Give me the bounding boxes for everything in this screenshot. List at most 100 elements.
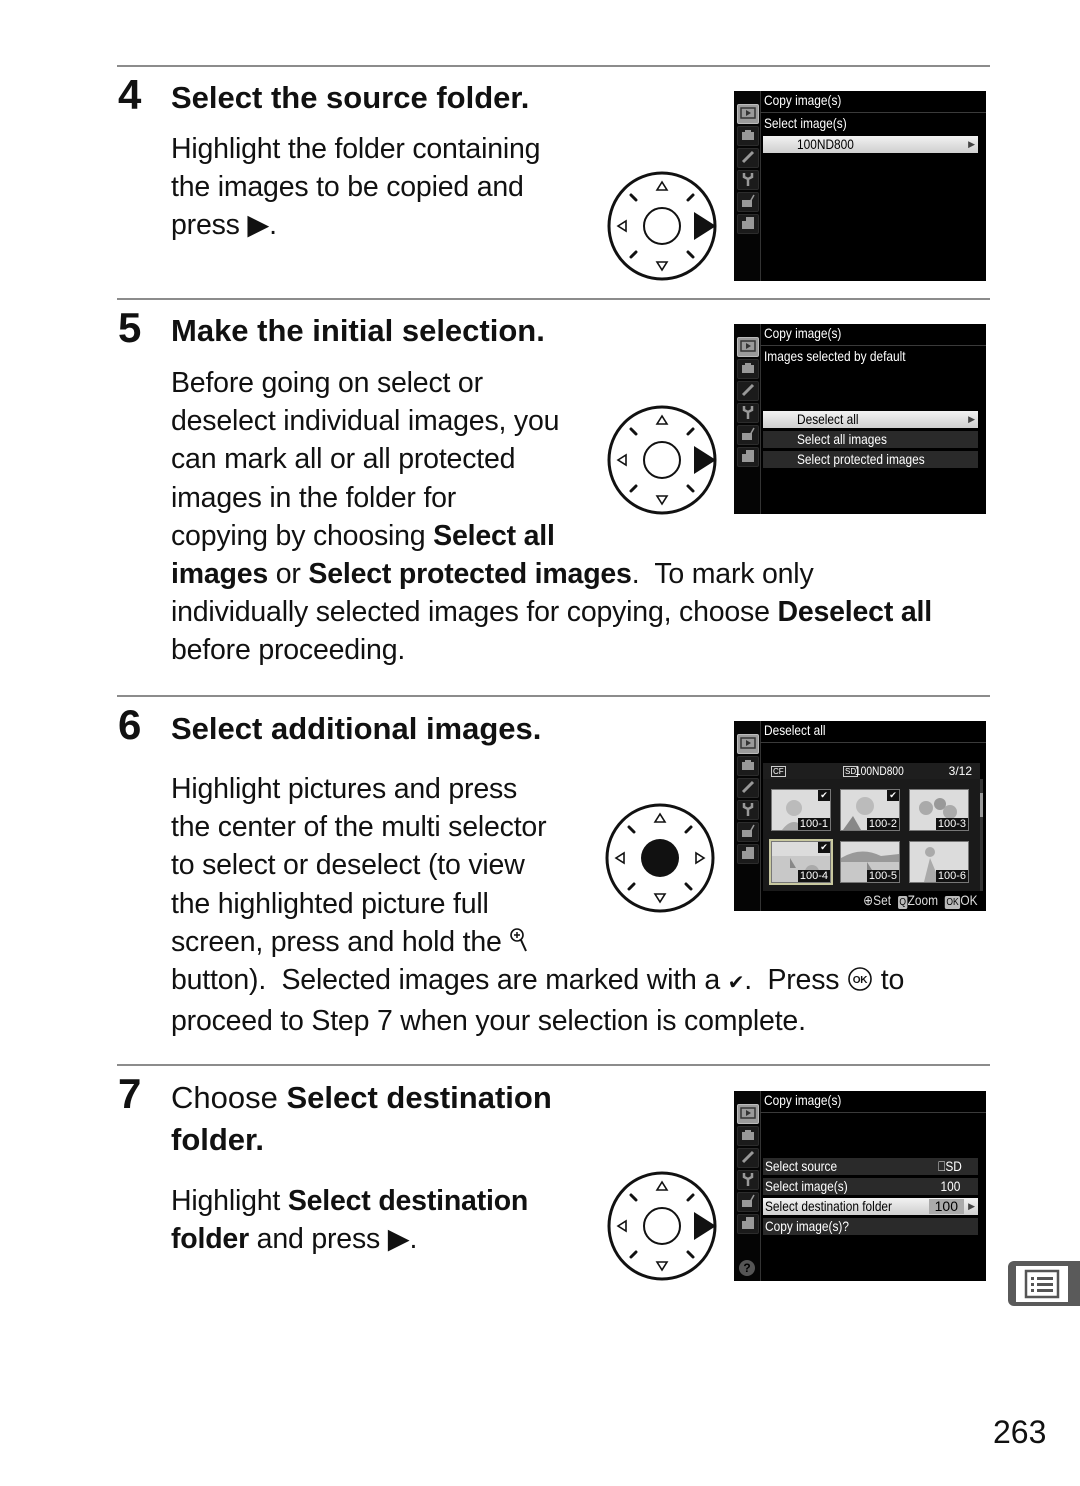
thumbnail-label: 100-1 (797, 818, 830, 830)
image-counter: 3/12 (948, 764, 972, 778)
thumbnail[interactable]: ✔ 100-1 (771, 789, 831, 831)
my-menu-tab-icon[interactable] (737, 1214, 759, 1234)
playback-tab-icon[interactable] (737, 1104, 759, 1124)
step-number: 4 (118, 71, 142, 118)
right-arrow-icon: ▶ (968, 139, 975, 149)
my-menu-tab-icon[interactable] (737, 844, 759, 864)
thumbnail[interactable]: 100-3 (909, 789, 969, 831)
menu-item-label: Select protected images (797, 451, 925, 467)
menu-item-folder[interactable]: 100ND800 ▶ (763, 136, 978, 153)
menu-item-copy-images[interactable]: Copy image(s)? (763, 1218, 978, 1235)
cf-card-icon: CF (771, 766, 786, 777)
check-icon: ✔ (727, 972, 745, 995)
my-menu-tab-icon[interactable] (737, 447, 759, 467)
thumbnail-label: 100-6 (935, 870, 968, 882)
check-icon: ✔ (818, 790, 830, 801)
screen-footer-hints: ⊕Set Q Zoom OK OK (864, 892, 978, 909)
multi-selector-small-icon: ⊕ (863, 892, 874, 908)
camera-tab-icon[interactable] (737, 126, 759, 146)
step-number: 6 (118, 701, 142, 748)
multi-selector-center-icon (605, 803, 715, 913)
scrollbar-thumb[interactable] (980, 793, 983, 817)
folder-name: 100ND800 (855, 764, 904, 778)
body-line: before proceeding. (171, 634, 406, 667)
menu-item-deselect-all[interactable]: Deselect all ▶ (763, 411, 978, 428)
thumbnail[interactable]: 100-5 (840, 841, 900, 883)
menu-ref: Select protected images (308, 558, 632, 591)
menu-item-select-destination-folder[interactable]: Select destination folder 100 ▶ (763, 1198, 978, 1215)
step-title: Make the initial selection. (171, 313, 545, 348)
pencil-tab-icon[interactable] (737, 1148, 759, 1168)
menu-item-select-all-images[interactable]: Select all images (763, 431, 978, 448)
playback-tab-icon[interactable] (737, 104, 759, 124)
multi-selector-right-icon (607, 171, 717, 281)
body-line: press ▶. (171, 206, 540, 244)
menu-tabs (734, 91, 761, 281)
thumbnail[interactable]: ✔ 100-2 (840, 789, 900, 831)
step-body: Highlight Select destination folder and … (171, 1182, 528, 1258)
menu-item-value: 100 (940, 1178, 960, 1194)
playback-tab-icon[interactable] (737, 734, 759, 754)
camera-tab-icon[interactable] (737, 359, 759, 379)
menu-ref: Select all (433, 519, 555, 552)
zoom-in-button-icon (510, 928, 528, 952)
step-number: 7 (118, 1070, 142, 1117)
menu-item-select-source[interactable]: Select source ⎕SD (763, 1158, 978, 1175)
retouch-tab-icon[interactable] (737, 425, 759, 445)
body-text: button). Selected images are marked with… (171, 964, 728, 997)
ok-small-icon: OK (945, 896, 961, 909)
thumbnail-scrollbar[interactable] (980, 779, 983, 891)
menu-item-label: Copy image(s)? (765, 1218, 850, 1234)
body-line: folder and press ▶. (171, 1220, 528, 1258)
playback-tab-icon[interactable] (737, 337, 759, 357)
body-line: button). Selected images are marked with… (171, 961, 904, 1002)
wrench-tab-icon[interactable] (737, 1170, 759, 1190)
menu-ref: Select destination (286, 1080, 552, 1115)
menu-ref: folder (171, 1223, 249, 1256)
pencil-tab-icon[interactable] (737, 381, 759, 401)
my-menu-tab-icon[interactable] (737, 214, 759, 234)
right-arrow-icon: ▶ (387, 1223, 410, 1256)
screen-header: Copy image(s) (764, 1092, 842, 1108)
menu-ref: images (171, 558, 269, 591)
body-text: copying by choosing (171, 519, 434, 552)
menu-item-label: Select image(s) (765, 1178, 848, 1194)
camera-tab-icon[interactable] (737, 1126, 759, 1146)
body-line: proceed to Step 7 when your selection is… (171, 1005, 806, 1038)
thumbnail-highlighted[interactable]: ✔ 100-4 (769, 839, 833, 885)
camera-tab-icon[interactable] (737, 756, 759, 776)
hint-set: Set (873, 892, 892, 908)
section-divider (117, 1064, 990, 1066)
body-text: . Press (744, 964, 848, 997)
menu-item-value: ⎕SD (938, 1158, 962, 1175)
body-text: and press (248, 1223, 388, 1256)
step-title: Select the source folder. (171, 80, 530, 115)
right-arrow-icon: ▶ (968, 414, 975, 424)
step-title: Choose Select destination folder. (171, 1077, 552, 1161)
title-text: folder. (171, 1122, 265, 1157)
menu-item-select-images[interactable]: Select image(s) 100 (763, 1178, 978, 1195)
retouch-tab-icon[interactable] (737, 1192, 759, 1212)
help-icon[interactable]: ? (739, 1260, 755, 1276)
camera-screen-thumbnail-select: Deselect all CF SD 100ND800 3/12 ✔ 100-1… (734, 721, 986, 911)
pencil-tab-icon[interactable] (737, 778, 759, 798)
retouch-tab-icon[interactable] (737, 192, 759, 212)
section-tab[interactable] (1008, 1261, 1080, 1306)
ok-button-icon: OK (848, 967, 872, 991)
title-text: Choose (171, 1080, 287, 1115)
thumbnail[interactable]: 100-6 (909, 841, 969, 883)
hint-ok: OK (960, 892, 978, 908)
wrench-tab-icon[interactable] (737, 800, 759, 820)
retouch-tab-icon[interactable] (737, 822, 759, 842)
screen-header: Copy image(s) (764, 325, 842, 341)
right-arrow-icon: ▶ (247, 209, 270, 242)
wrench-tab-icon[interactable] (737, 170, 759, 190)
pencil-tab-icon[interactable] (737, 148, 759, 168)
menu-item-label: Select source (765, 1158, 838, 1174)
screen-subheader: Images selected by default (764, 348, 906, 364)
wrench-tab-icon[interactable] (737, 403, 759, 423)
menu-item-select-protected-images[interactable]: Select protected images (763, 451, 978, 468)
body-text: screen, press and hold the (171, 925, 510, 958)
thumbnail-label: 100-4 (797, 870, 830, 882)
menu-item-label: Select all images (797, 431, 887, 447)
